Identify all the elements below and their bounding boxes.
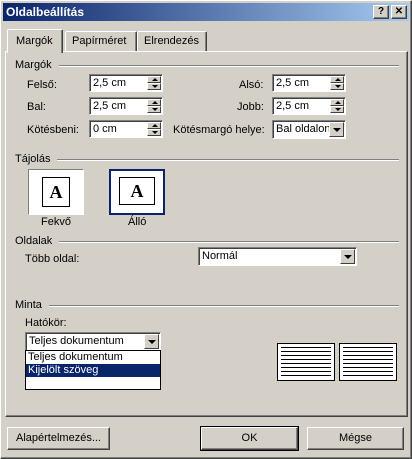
spin-up-icon[interactable]	[147, 99, 161, 106]
help-button[interactable]: ?	[373, 5, 389, 19]
landscape-option[interactable]: A	[28, 169, 84, 215]
spin-down-icon[interactable]	[147, 83, 161, 90]
preview-divider	[49, 305, 399, 307]
apply-to-value: Teljes dokumentum	[29, 335, 124, 347]
multiple-pages-select[interactable]: Normál	[198, 247, 357, 266]
gutter-position-label: Kötésmargó helye:	[173, 124, 265, 136]
preview-page-left	[277, 343, 335, 381]
chevron-down-icon[interactable]	[329, 122, 344, 137]
right-margin-spinner[interactable]: 2,5 cm	[272, 97, 346, 115]
left-margin-label: Bal:	[27, 101, 46, 113]
bottom-margin-value: 2,5 cm	[276, 77, 310, 89]
dialog-title: Oldalbeállítás	[6, 5, 85, 19]
spin-down-icon[interactable]	[147, 129, 161, 136]
dropdown-option-selected-text[interactable]: Kijelölt szöveg	[26, 364, 160, 377]
chevron-down-icon[interactable]	[340, 249, 355, 264]
portrait-option[interactable]: A	[109, 169, 165, 215]
cancel-button[interactable]: Mégse	[307, 427, 404, 450]
tab-margins[interactable]: Margók	[7, 29, 63, 53]
apply-to-dropdown-list[interactable]: Teljes dokumentum Kijelölt szöveg	[25, 350, 161, 390]
gutter-label: Kötésbeni:	[27, 124, 79, 136]
left-margin-spinner[interactable]: 2,5 cm	[89, 97, 163, 115]
spin-down-icon[interactable]	[147, 106, 161, 113]
spin-up-icon[interactable]	[330, 76, 344, 83]
spin-up-icon[interactable]	[147, 122, 161, 129]
pages-divider	[59, 241, 399, 243]
portrait-page-icon: A	[119, 177, 155, 205]
gutter-spinner[interactable]: 0 cm	[89, 120, 163, 138]
right-margin-label: Jobb:	[237, 101, 264, 113]
landscape-label: Fekvő	[41, 216, 71, 228]
preview-page-right	[339, 343, 397, 381]
default-button[interactable]: Alapértelmezés...	[7, 427, 110, 450]
close-button[interactable]: ✕	[391, 5, 407, 19]
right-margin-value: 2,5 cm	[276, 100, 310, 112]
apply-to-label: Hatókör:	[25, 317, 67, 329]
orientation-divider	[57, 159, 399, 161]
tab-layout[interactable]: Elrendezés	[137, 31, 207, 51]
multiple-pages-label: Több oldal:	[25, 253, 80, 265]
portrait-label: Álló	[128, 216, 147, 228]
top-margin-label: Felső:	[27, 79, 57, 91]
multiple-pages-value: Normál	[202, 250, 238, 262]
orientation-section-label: Tájolás	[15, 153, 51, 165]
margins-section-label: Margók	[15, 59, 52, 71]
spin-down-icon[interactable]	[330, 106, 344, 113]
margins-divider	[59, 65, 399, 67]
dropdown-option-whole-document[interactable]: Teljes dokumentum	[26, 351, 160, 364]
tab-paper-size[interactable]: Papírméret	[65, 31, 137, 51]
apply-to-select[interactable]: Teljes dokumentum	[25, 332, 161, 351]
spin-up-icon[interactable]	[147, 76, 161, 83]
bottom-margin-label: Alsó:	[239, 79, 264, 91]
title-bar: Oldalbeállítás ? ✕	[3, 3, 409, 21]
gutter-value: 0 cm	[93, 123, 117, 135]
top-margin-spinner[interactable]: 2,5 cm	[89, 74, 163, 92]
spin-down-icon[interactable]	[330, 83, 344, 90]
pages-section-label: Oldalak	[15, 235, 53, 247]
landscape-page-icon: A	[42, 177, 70, 207]
page-setup-dialog: Oldalbeállítás ? ✕ Margók Papírméret Elr…	[0, 0, 412, 459]
chevron-down-icon[interactable]	[144, 334, 159, 349]
top-margin-value: 2,5 cm	[93, 77, 127, 89]
ok-button[interactable]: OK	[200, 426, 299, 451]
gutter-position-select[interactable]: Bal oldalon	[272, 120, 346, 139]
preview-section-label: Minta	[15, 299, 42, 311]
bottom-margin-spinner[interactable]: 2,5 cm	[272, 74, 346, 92]
left-margin-value: 2,5 cm	[93, 100, 127, 112]
gutter-position-value: Bal oldalon	[276, 123, 331, 135]
spin-up-icon[interactable]	[330, 99, 344, 106]
